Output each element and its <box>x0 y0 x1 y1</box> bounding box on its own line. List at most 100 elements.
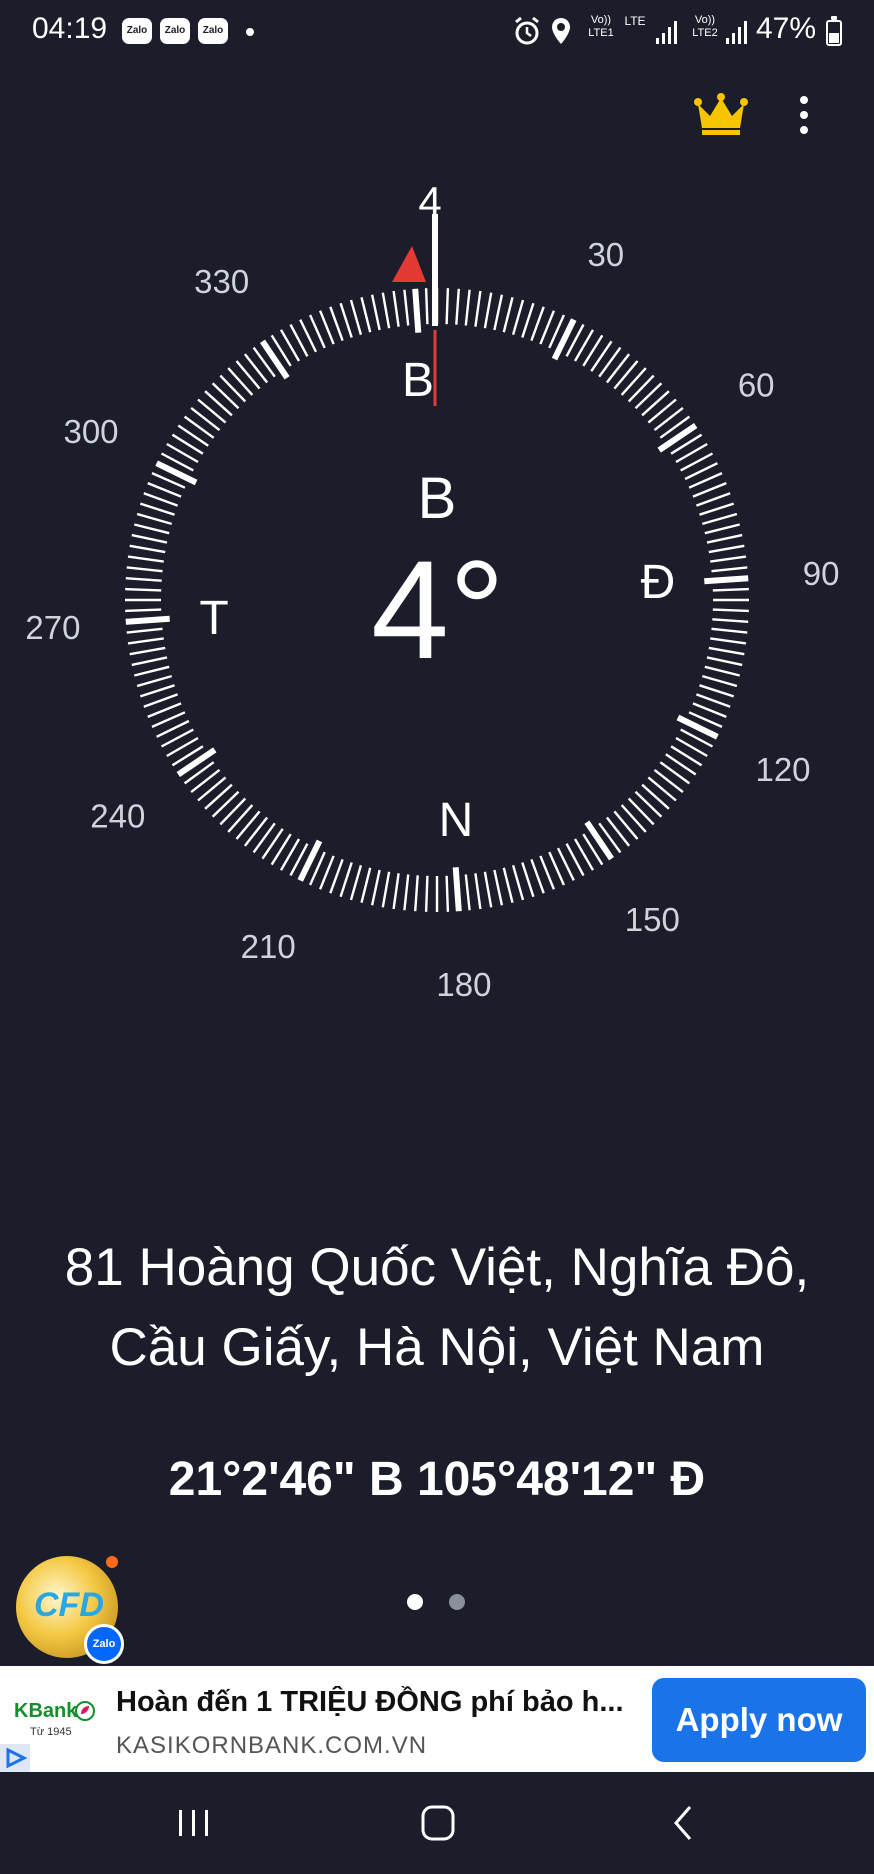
recent-apps-icon[interactable] <box>164 1798 224 1848</box>
minor-tick <box>261 828 284 860</box>
home-icon[interactable] <box>408 1798 468 1848</box>
minor-tick <box>235 360 261 390</box>
status-time: 04:19 <box>32 12 108 45</box>
degree-label-120: 120 <box>755 751 810 788</box>
minor-tick <box>483 871 493 908</box>
minor-tick <box>605 816 631 847</box>
minor-tick <box>493 294 504 331</box>
minor-tick <box>204 390 233 417</box>
coordinates-text: 21°2'46" B 105°48'12" Đ <box>168 1453 706 1506</box>
minor-tick <box>139 502 175 516</box>
minor-tick <box>370 294 381 331</box>
ad-banner[interactable]: KBank Từ 1945 Hoàn đến 1 TRIỆU ĐỒNG phí … <box>0 1666 874 1772</box>
minor-tick <box>329 306 344 342</box>
minor-tick <box>493 869 504 906</box>
degree-label-300: 300 <box>63 413 118 450</box>
minor-tick <box>136 674 173 688</box>
minor-tick <box>318 310 335 345</box>
minor-tick <box>329 858 344 894</box>
major-tick <box>704 575 749 585</box>
compass-dial: 30 60 90 120 150 180 210 240 270 300 330 4 B Đ N T… <box>25 178 840 1003</box>
signal-icon <box>726 21 747 44</box>
minor-tick <box>701 674 738 688</box>
minor-tick <box>706 656 743 667</box>
minor-tick <box>627 374 655 403</box>
battery-icon <box>826 16 842 46</box>
network-lte1-indicator: Vo)) LTE1 <box>588 14 614 39</box>
minor-tick <box>605 353 631 384</box>
minor-tick <box>381 292 391 329</box>
page-indicator <box>0 1594 874 1614</box>
minor-tick <box>711 566 748 573</box>
minor-tick <box>613 360 639 390</box>
more-vertical-icon[interactable] <box>794 94 814 138</box>
minor-tick <box>620 804 647 833</box>
minor-tick <box>692 481 727 498</box>
minor-tick <box>483 292 493 329</box>
minor-tick <box>126 627 163 634</box>
minor-tick <box>613 810 639 840</box>
minor-tick <box>634 790 663 818</box>
minor-tick <box>204 783 233 810</box>
heading-value: 4° <box>371 531 505 688</box>
more-notifications-dot <box>246 28 254 36</box>
heading-direction: B <box>418 466 457 531</box>
page-dot[interactable] <box>449 1594 465 1610</box>
minor-tick <box>211 790 240 818</box>
zalo-notification-icon: Zalo <box>122 18 152 44</box>
zalo-notification-icon: Zalo <box>160 18 190 44</box>
minor-tick <box>502 867 514 903</box>
minor-tick <box>125 587 162 592</box>
minor-tick <box>127 637 164 645</box>
minor-tick <box>708 544 745 554</box>
minor-tick <box>659 761 691 785</box>
minor-tick <box>131 533 168 544</box>
minor-tick <box>392 873 400 910</box>
apply-now-button[interactable]: Apply now <box>652 1678 866 1762</box>
minor-tick <box>129 646 166 656</box>
minor-tick <box>712 618 749 623</box>
minor-tick <box>511 299 525 336</box>
back-icon[interactable] <box>654 1798 714 1848</box>
major-tick <box>155 460 198 486</box>
minor-tick <box>403 874 410 911</box>
minor-tick <box>235 810 261 840</box>
minor-tick <box>711 627 748 634</box>
location-pin-icon <box>552 18 570 44</box>
minor-tick <box>370 869 381 906</box>
lte-indicator: LTE <box>624 14 646 28</box>
page-dot-active[interactable] <box>407 1594 423 1610</box>
minor-tick <box>339 862 353 898</box>
minor-tick <box>710 637 747 645</box>
minor-tick <box>620 367 647 396</box>
minor-tick <box>381 871 391 908</box>
minor-tick <box>211 382 240 410</box>
top-heading-label: 4 <box>418 178 441 225</box>
minor-tick <box>699 684 735 698</box>
crown-icon[interactable] <box>694 92 748 136</box>
minor-tick <box>706 533 743 544</box>
degree-label-150: 150 <box>625 901 680 938</box>
degree-label-30: 30 <box>587 236 624 273</box>
minor-tick <box>147 702 182 719</box>
minor-tick <box>349 299 363 336</box>
minor-tick <box>692 702 727 719</box>
minor-tick <box>701 512 738 526</box>
minor-tick <box>704 665 740 677</box>
minor-tick <box>227 804 254 833</box>
ad-choices-icon[interactable] <box>0 1744 30 1772</box>
minor-tick <box>455 288 460 325</box>
minor-tick <box>219 797 247 826</box>
minor-tick <box>464 289 471 326</box>
degree-label-210: 210 <box>241 928 296 965</box>
zalo-notification-icon: Zalo <box>198 18 228 44</box>
minor-tick <box>424 288 429 325</box>
minor-tick <box>539 855 556 890</box>
minor-tick <box>252 822 276 854</box>
degree-label-90: 90 <box>803 555 840 592</box>
minor-tick <box>699 502 735 516</box>
minor-tick <box>197 398 227 424</box>
minor-tick <box>339 302 353 338</box>
minor-tick <box>360 867 372 903</box>
degree-label-60: 60 <box>738 367 775 404</box>
